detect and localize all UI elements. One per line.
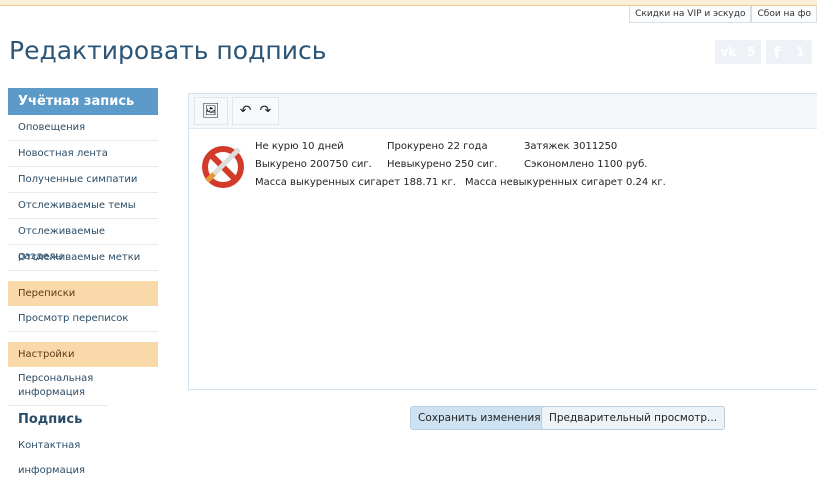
save-button[interactable]: Сохранить изменения — [410, 406, 549, 430]
sig-text: Масса выкуренных сигарет 188.71 кг. — [255, 177, 456, 188]
sig-text: Не курю 10 дней — [255, 141, 344, 152]
top-tab-vip[interactable]: Скидки на VIP и эскудо — [629, 6, 752, 23]
sig-text: Масса невыкуренных сигарет 0.24 кг. — [465, 177, 666, 188]
top-tab-issues[interactable]: Сбои на фо — [751, 6, 817, 23]
sig-text: Невыкурено 250 сиг. — [387, 159, 498, 170]
facebook-share-button[interactable]: f1 — [766, 40, 812, 64]
sidebar-item-current[interactable]: Подпись — [8, 406, 158, 433]
sidebar: Учётная запись Оповещения Новостная лент… — [8, 88, 158, 476]
sidebar-item[interactable]: Оповещения — [8, 115, 158, 141]
sig-text: Сэкономлено 1100 руб. — [524, 159, 648, 170]
sidebar-item[interactable]: Персональная информация — [8, 367, 108, 406]
editor-toolbar: 🖼 ↶ ↷ — [189, 94, 817, 129]
vk-share-button[interactable]: vk 5 — [715, 40, 761, 64]
sidebar-item[interactable]: Отслеживаемые темы — [8, 193, 158, 219]
fb-count: 1 — [795, 45, 805, 59]
sidebar-item[interactable]: Новостная лента — [8, 141, 158, 167]
undo-icon[interactable]: ↶ — [240, 103, 252, 119]
top-tabs: Скидки на VIP и эскудо Сбои на фо — [629, 6, 817, 23]
signature-content: Не курю 10 дней Прокурено 22 года Затяжек … — [199, 138, 666, 192]
redo-icon[interactable]: ↷ — [260, 103, 272, 119]
vk-count: 5 — [747, 45, 756, 59]
vk-icon: vk — [720, 45, 737, 59]
sig-text: Затяжек 3011250 — [524, 141, 618, 152]
signature-editor[interactable]: 🖼 ↶ ↷ Не курю 10 дней Прокурено 22 года Зат… — [188, 93, 817, 390]
image-icon: 🖼 — [202, 103, 220, 119]
facebook-icon: f — [773, 42, 781, 62]
no-smoking-icon — [202, 146, 244, 188]
sidebar-account-header: Учётная запись — [8, 88, 158, 115]
sidebar-item[interactable]: Просмотр переписок — [8, 306, 158, 332]
page-title: Редактировать подпись — [9, 36, 327, 65]
preview-button[interactable]: Предварительный просмотр... — [541, 406, 726, 430]
sidebar-item[interactable]: Полученные симпатии — [8, 167, 158, 193]
sidebar-item[interactable]: Отслеживаемые разделы — [8, 219, 158, 262]
sig-text: Выкурено 200750 сиг. — [255, 159, 372, 170]
sidebar-item[interactable]: Отслеживаемые метки — [8, 245, 158, 271]
sidebar-messages-header: Переписки — [8, 281, 158, 306]
sidebar-settings-header: Настройки — [8, 342, 158, 367]
sidebar-item[interactable]: Контактная информация — [8, 433, 158, 476]
sig-text: Прокурено 22 года — [387, 141, 488, 152]
insert-image-button[interactable]: 🖼 — [194, 97, 228, 125]
